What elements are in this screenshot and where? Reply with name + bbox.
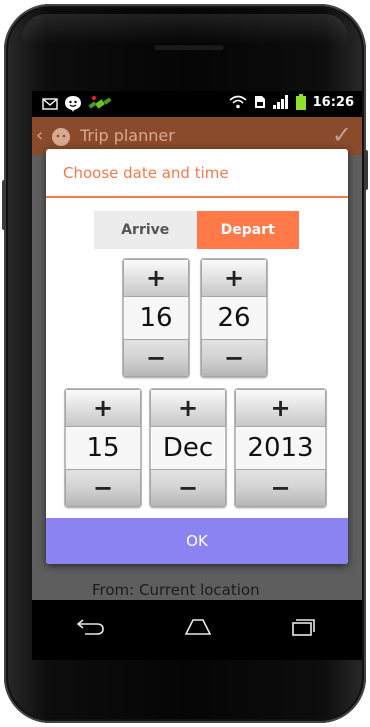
year-spinner: + 2013 −: [235, 389, 326, 507]
year-increment-button[interactable]: +: [235, 389, 326, 427]
sim-icon: [254, 96, 265, 108]
dialog-title: Choose date and time: [63, 164, 229, 182]
hour-increment-button[interactable]: +: [123, 259, 189, 297]
arrive-button[interactable]: Arrive: [94, 211, 197, 249]
phone-highlight: [22, 14, 348, 44]
month-increment-button[interactable]: +: [150, 389, 226, 427]
year-value[interactable]: 2013: [235, 427, 326, 469]
satellite-icon: [88, 96, 112, 109]
month-decrement-button[interactable]: −: [150, 469, 226, 507]
volume-button: [2, 180, 6, 230]
home-icon[interactable]: [178, 612, 218, 642]
minute-value[interactable]: 26: [201, 297, 267, 339]
power-button: [364, 150, 368, 190]
status-bar: 16:26: [32, 91, 362, 117]
depart-button[interactable]: Depart: [196, 211, 299, 249]
emoji-icon: [65, 96, 81, 112]
signal-icon: [272, 95, 288, 109]
app-icon: [52, 128, 70, 146]
screen: 16:26 ‹ Trip planner ✓ From: Current loc…: [32, 91, 362, 600]
checkmark-icon[interactable]: ✓: [332, 121, 352, 149]
ok-button[interactable]: OK: [46, 518, 348, 564]
hour-spinner: + 16 −: [123, 259, 189, 377]
dialog-divider: [46, 196, 348, 198]
day-decrement-button[interactable]: −: [65, 469, 141, 507]
minute-decrement-button[interactable]: −: [201, 339, 267, 377]
action-bar-title: Trip planner: [80, 126, 175, 145]
arrive-depart-toggle: Arrive Depart: [94, 211, 299, 249]
earpiece: [154, 44, 224, 50]
wifi-icon: [229, 95, 247, 109]
back-chevron-icon[interactable]: ‹: [36, 125, 43, 146]
month-spinner: + Dec −: [150, 389, 226, 507]
day-increment-button[interactable]: +: [65, 389, 141, 427]
minute-increment-button[interactable]: +: [201, 259, 267, 297]
date-time-dialog: Choose date and time Arrive Depart + 16 …: [46, 149, 348, 564]
navigation-bar: [32, 600, 362, 660]
year-decrement-button[interactable]: −: [235, 469, 326, 507]
clock: 16:26: [312, 94, 354, 110]
from-location-text: From: Current location: [92, 581, 260, 599]
day-value[interactable]: 15: [65, 427, 141, 469]
hour-decrement-button[interactable]: −: [123, 339, 189, 377]
battery-icon: [295, 94, 306, 110]
mail-icon: [42, 98, 58, 110]
recents-icon[interactable]: [284, 612, 324, 642]
hour-value[interactable]: 16: [123, 297, 189, 339]
month-value[interactable]: Dec: [150, 427, 226, 469]
back-icon[interactable]: [70, 612, 110, 642]
day-spinner: + 15 −: [65, 389, 141, 507]
minute-spinner: + 26 −: [201, 259, 267, 377]
